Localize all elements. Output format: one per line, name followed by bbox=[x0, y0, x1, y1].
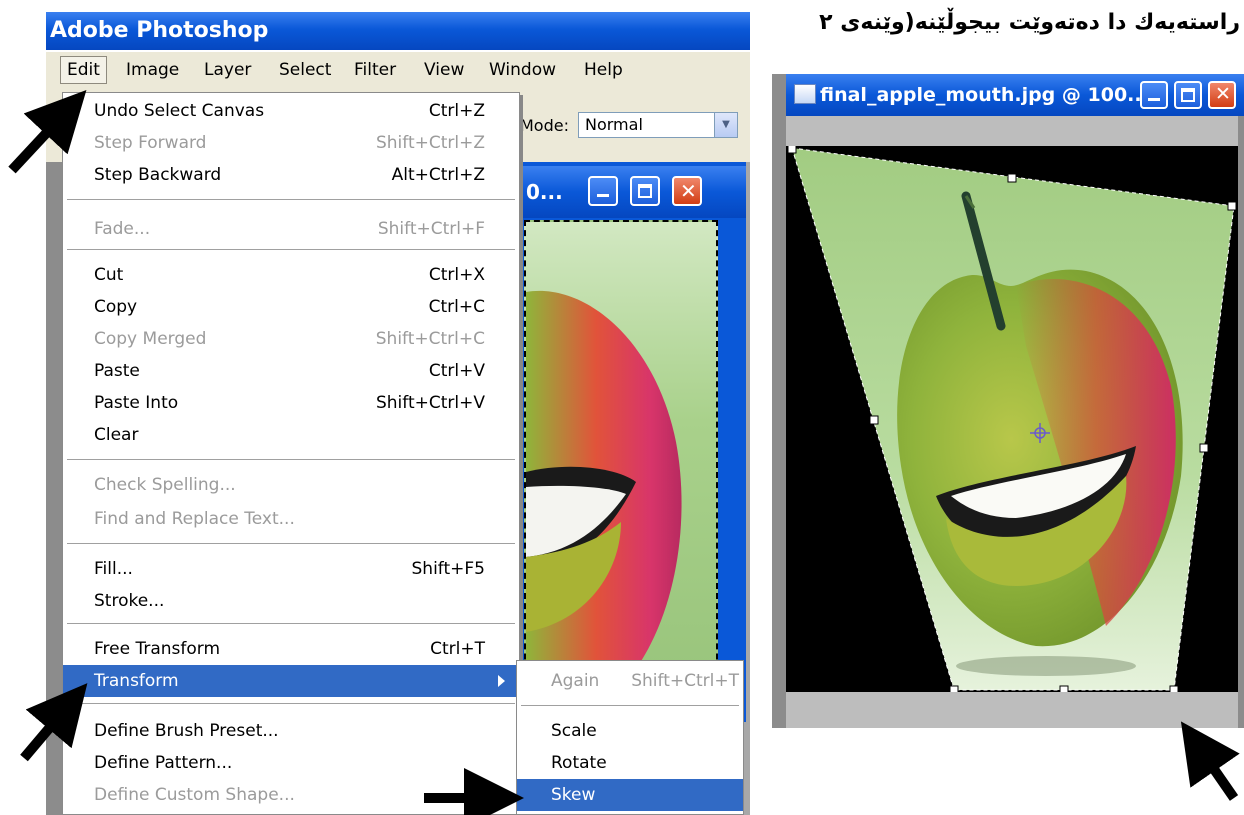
arrow-icon bbox=[1180, 721, 1240, 801]
arrow-icon bbox=[8, 90, 87, 174]
arrow-icon bbox=[20, 683, 88, 762]
annotation-arrows bbox=[8, 90, 1240, 815]
